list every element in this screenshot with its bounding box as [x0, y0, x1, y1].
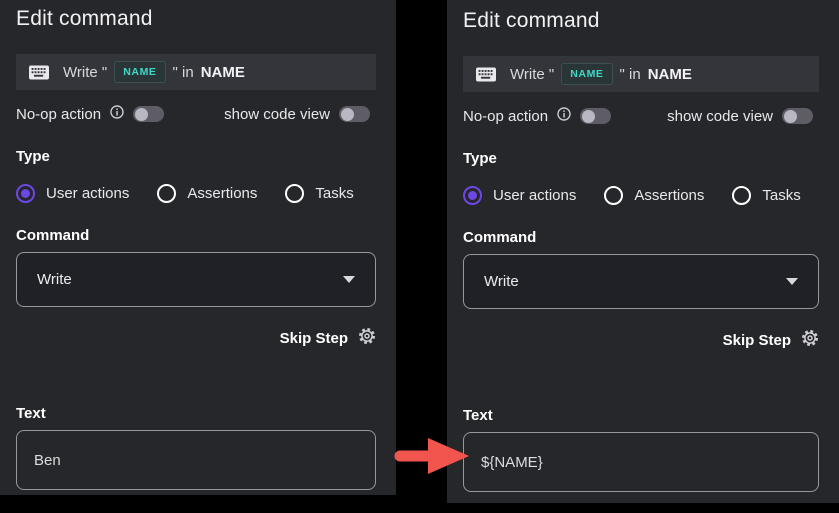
- gear-icon[interactable]: [801, 329, 819, 352]
- show-code-view-group: show code view: [667, 108, 813, 125]
- skip-step-label: Skip Step: [723, 332, 791, 349]
- text-label: Text: [463, 407, 819, 425]
- radio-tasks[interactable]: Tasks: [732, 186, 800, 205]
- command-preview-target: NAME: [201, 64, 245, 81]
- radio-label: Tasks: [315, 185, 353, 202]
- radio-label: Tasks: [762, 187, 800, 204]
- radio-circle: [16, 184, 35, 203]
- noop-action-group: No-op action: [16, 105, 164, 123]
- variable-chip: NAME: [561, 63, 612, 85]
- command-select-value: Write: [484, 273, 519, 290]
- text-label: Text: [16, 405, 376, 423]
- command-preview-text: Write " NAME " in NAME: [63, 61, 245, 83]
- chevron-down-icon: [786, 278, 798, 285]
- radio-label: User actions: [46, 185, 129, 202]
- radio-user-actions[interactable]: User actions: [16, 184, 129, 203]
- show-code-view-toggle[interactable]: [339, 106, 370, 122]
- radio-label: User actions: [493, 187, 576, 204]
- radio-circle: [463, 186, 482, 205]
- radio-user-actions[interactable]: User actions: [463, 186, 576, 205]
- toggle-knob: [784, 110, 797, 123]
- info-icon[interactable]: [557, 107, 571, 125]
- info-icon[interactable]: [110, 105, 124, 123]
- noop-action-label: No-op action: [463, 108, 548, 125]
- options-row: No-op action show code view: [16, 104, 376, 124]
- text-input[interactable]: [463, 432, 819, 492]
- toggle-knob: [582, 110, 595, 123]
- show-code-view-group: show code view: [224, 106, 370, 123]
- type-label: Type: [463, 150, 819, 168]
- arrow-right-icon: [392, 436, 472, 476]
- toggle-knob: [341, 108, 354, 121]
- command-preview-middle: " in: [173, 64, 194, 81]
- command-select-value: Write: [37, 271, 72, 288]
- edit-command-panel-before: Edit command Write ": [0, 0, 396, 495]
- noop-action-toggle[interactable]: [133, 106, 164, 122]
- radio-circle: [157, 184, 176, 203]
- noop-action-label: No-op action: [16, 106, 101, 123]
- radio-label: Assertions: [187, 185, 257, 202]
- command-select[interactable]: Write: [16, 252, 376, 307]
- command-label: Command: [16, 227, 376, 245]
- radio-circle: [604, 186, 623, 205]
- type-radio-group: User actions Assertions Tasks: [463, 185, 819, 205]
- type-label: Type: [16, 148, 376, 166]
- command-preview-prefix: Write ": [63, 64, 107, 81]
- command-preview-bar: Write " NAME " in NAME: [16, 54, 376, 90]
- command-select[interactable]: Write: [463, 254, 819, 309]
- chevron-down-icon: [343, 276, 355, 283]
- text-input[interactable]: [16, 430, 376, 490]
- command-preview-text: Write " NAME " in NAME: [510, 63, 692, 85]
- command-preview-target: NAME: [648, 66, 692, 83]
- show-code-view-toggle[interactable]: [782, 108, 813, 124]
- radio-circle: [732, 186, 751, 205]
- show-code-view-label: show code view: [667, 108, 773, 125]
- show-code-view-label: show code view: [224, 106, 330, 123]
- toggle-knob: [135, 108, 148, 121]
- command-preview-prefix: Write ": [510, 66, 554, 83]
- radio-circle: [285, 184, 304, 203]
- command-preview-middle: " in: [620, 66, 641, 83]
- variable-chip: NAME: [114, 61, 165, 83]
- keyboard-icon: [476, 67, 496, 82]
- radio-assertions[interactable]: Assertions: [604, 186, 704, 205]
- radio-assertions[interactable]: Assertions: [157, 184, 257, 203]
- skip-step-label: Skip Step: [280, 330, 348, 347]
- radio-tasks[interactable]: Tasks: [285, 184, 353, 203]
- command-label: Command: [463, 229, 819, 247]
- skip-step-row: Skip Step: [16, 328, 376, 348]
- page-title: Edit command: [16, 6, 376, 32]
- gear-icon[interactable]: [358, 327, 376, 350]
- edit-command-panel-after: Edit command Write ": [447, 0, 839, 503]
- skip-step-row: Skip Step: [463, 330, 819, 350]
- page-title: Edit command: [463, 8, 819, 34]
- command-preview-bar: Write " NAME " in NAME: [463, 56, 819, 92]
- type-radio-group: User actions Assertions Tasks: [16, 183, 376, 203]
- screenshot-stage: Edit command Write ": [0, 0, 839, 513]
- noop-action-group: No-op action: [463, 107, 611, 125]
- radio-label: Assertions: [634, 187, 704, 204]
- noop-action-toggle[interactable]: [580, 108, 611, 124]
- options-row: No-op action show code view: [463, 106, 819, 126]
- keyboard-icon: [29, 65, 49, 80]
